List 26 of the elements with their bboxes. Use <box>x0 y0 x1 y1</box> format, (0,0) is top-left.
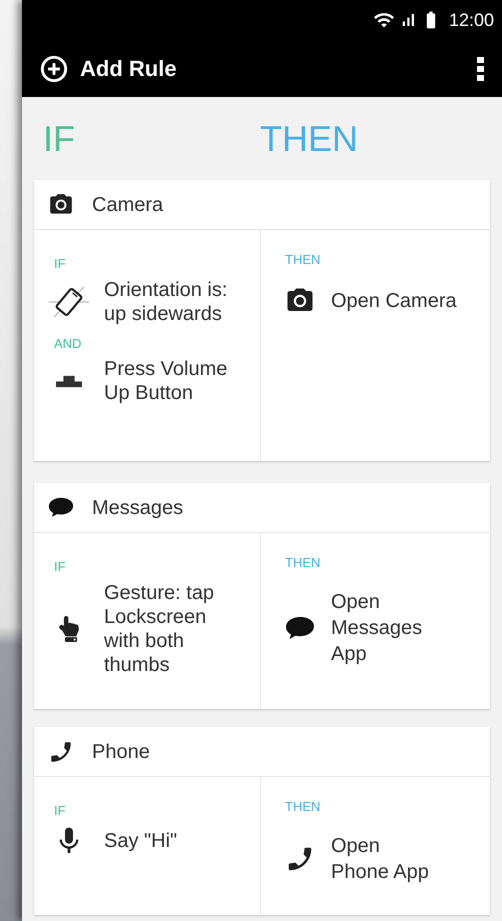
overflow-menu-button[interactable] <box>476 56 484 80</box>
action-label: THEN <box>285 798 322 816</box>
speech-bubble-icon <box>285 616 315 640</box>
condition-text: Orientation is: up sidewards <box>104 278 228 326</box>
action-label: THEN <box>285 251 322 269</box>
rule-title: Camera <box>92 192 164 218</box>
condition-label: IF <box>53 558 67 576</box>
then-heading: THEN <box>260 116 358 160</box>
clock: 12:00 <box>448 8 494 32</box>
add-icon <box>40 54 68 82</box>
action-text: Open Phone App <box>331 834 429 884</box>
action-label: THEN <box>285 554 322 572</box>
rule-title: Messages <box>92 496 184 520</box>
if-heading: IF <box>43 116 76 160</box>
action-text: Open Messages App <box>331 590 422 666</box>
condition-label: IF <box>53 802 67 820</box>
rule-title: Phone <box>92 740 150 764</box>
speech-bubble-icon <box>48 497 74 518</box>
condition-text: Press Volume Up Button <box>104 357 228 405</box>
side-button-icon <box>56 374 82 388</box>
action-text: Open Camera <box>331 288 457 314</box>
condition-text: Gesture: tap Lockscreen with both thumbs <box>104 580 214 676</box>
condition-label: AND <box>53 334 82 352</box>
add-rule-button[interactable]: Add Rule <box>40 52 177 85</box>
condition-label: IF <box>53 255 67 273</box>
condition-text: Say "Hi" <box>104 828 178 852</box>
